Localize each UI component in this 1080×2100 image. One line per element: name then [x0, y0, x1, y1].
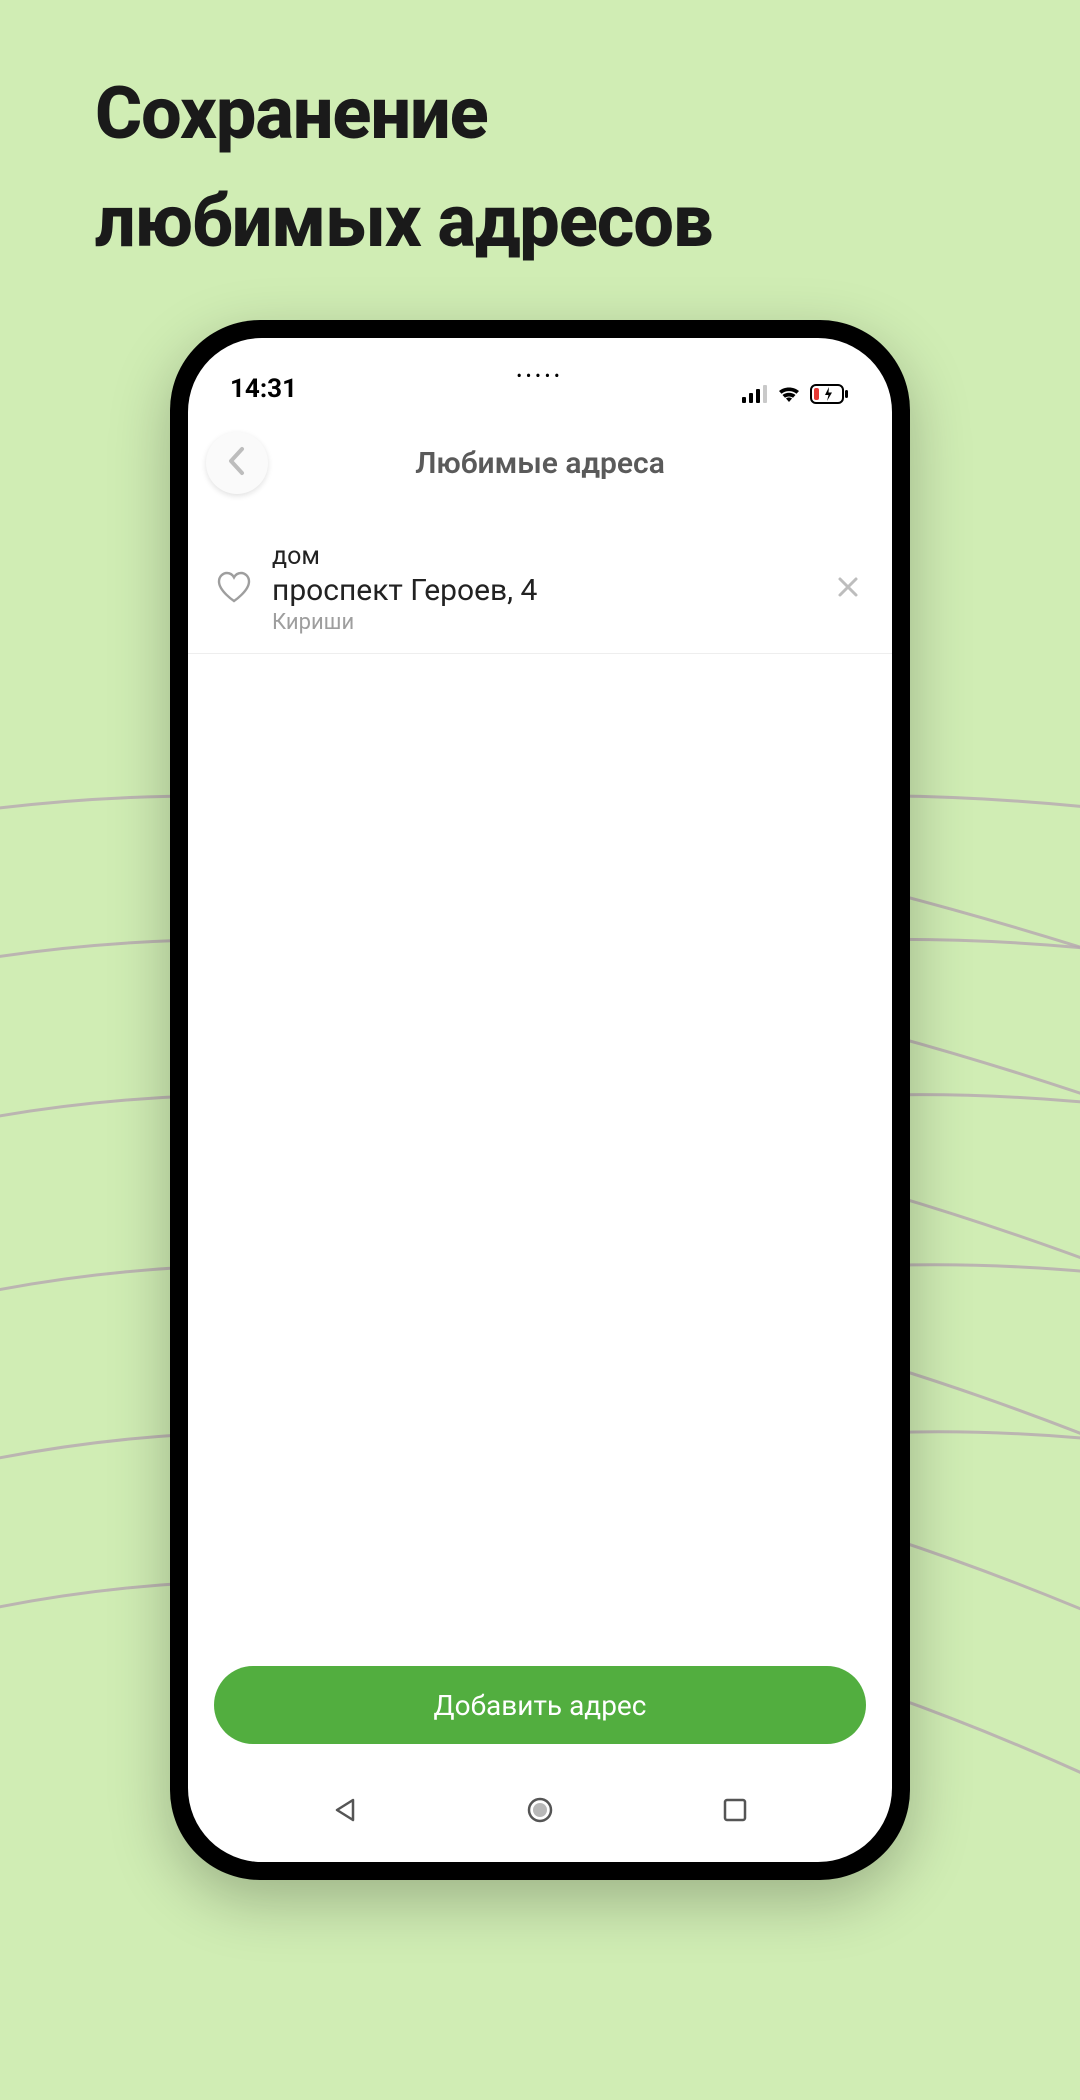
- square-recents-icon: [722, 1797, 748, 1827]
- app-header: Любимые адреса: [188, 408, 892, 518]
- circle-home-icon: [525, 1795, 555, 1829]
- headline-line-1: Сохранение: [95, 60, 985, 168]
- heart-icon: [216, 571, 252, 607]
- close-icon: [836, 575, 860, 603]
- address-label: дом: [272, 542, 812, 571]
- phone-screen: ••••• 14:31 Любимые адреса: [188, 338, 892, 1862]
- nav-back-button[interactable]: [325, 1792, 365, 1832]
- add-address-button[interactable]: Добавить адрес: [214, 1666, 866, 1744]
- address-line: проспект Героев, 4: [272, 573, 812, 608]
- add-address-button-label: Добавить адрес: [434, 1689, 647, 1722]
- cellular-signal-icon: [742, 385, 768, 403]
- speaker-dots: •••••: [517, 366, 564, 385]
- phone-frame: ••••• 14:31 Любимые адреса: [170, 320, 910, 1880]
- address-text-block: дом проспект Героев, 4 Кириши: [272, 542, 812, 635]
- marketing-headline: Сохранение любимых адресов: [95, 60, 985, 276]
- status-right-icons: [742, 384, 850, 404]
- triangle-back-icon: [331, 1796, 359, 1828]
- wifi-icon: [776, 384, 802, 404]
- nav-home-button[interactable]: [520, 1792, 560, 1832]
- headline-line-2: любимых адресов: [95, 168, 985, 276]
- favorite-address-row[interactable]: дом проспект Героев, 4 Кириши: [188, 528, 892, 654]
- nav-recents-button[interactable]: [715, 1792, 755, 1832]
- content-spacer: [188, 654, 892, 1666]
- favorite-address-list: дом проспект Героев, 4 Кириши: [188, 518, 892, 654]
- address-city: Кириши: [272, 610, 812, 635]
- delete-address-button[interactable]: [828, 569, 868, 609]
- page-title: Любимые адреса: [188, 446, 892, 481]
- battery-low-icon: [810, 384, 850, 404]
- system-nav-bar: [188, 1772, 892, 1862]
- status-time: 14:31: [230, 374, 297, 404]
